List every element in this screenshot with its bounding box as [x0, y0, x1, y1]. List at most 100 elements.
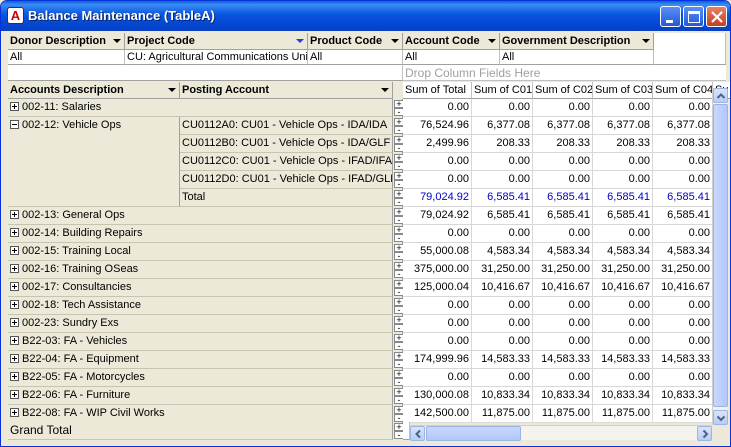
close-button[interactable] — [706, 6, 727, 27]
value-cell: 0.00 — [403, 171, 472, 189]
arrow-right-icon — [702, 429, 709, 439]
dropdown-arrow-icon[interactable] — [642, 39, 650, 43]
account-row-header[interactable]: 002-13: General Ops — [8, 207, 393, 225]
value-cell: 0.00 — [472, 171, 533, 189]
dropdown-arrow-icon[interactable] — [296, 39, 304, 43]
posting-account-cell[interactable]: CU0112C0: CU01 - Vehicle Ops - IFAD/IFAD — [180, 153, 393, 171]
page-field-filter[interactable]: All — [500, 50, 654, 65]
account-row-header[interactable]: 002-16: Training OSeas — [8, 261, 393, 279]
row-field-posting-account[interactable]: Posting Account — [180, 82, 393, 99]
value-cell: 6,585.41 — [472, 207, 533, 225]
value-cell: 0.00 — [403, 369, 472, 387]
page-field-filter[interactable]: All — [308, 50, 403, 65]
page-field-1[interactable]: Project Code — [125, 33, 308, 50]
expand-icon[interactable] — [10, 336, 19, 345]
scroll-right-button[interactable] — [697, 426, 712, 441]
expand-icon[interactable] — [10, 354, 19, 363]
value-cell: 130,000.08 — [403, 387, 472, 405]
scroll-down-button[interactable] — [713, 410, 728, 425]
expand-icon[interactable] — [10, 390, 19, 399]
app-icon: A — [7, 7, 24, 24]
maximize-button[interactable] — [683, 6, 704, 27]
dropdown-arrow-icon[interactable] — [488, 39, 496, 43]
expand-icon[interactable] — [10, 300, 19, 309]
expand-icon[interactable] — [10, 282, 19, 291]
window-title: Balance Maintenance (TableA) — [28, 8, 215, 23]
account-label: B22-04: FA - Equipment — [22, 353, 139, 365]
dropdown-arrow-icon[interactable] — [381, 88, 389, 92]
vertical-scrollbar[interactable] — [712, 88, 728, 425]
account-row-header[interactable]: 002-12: Vehicle Ops — [8, 117, 180, 207]
page-field-4[interactable]: Government Description — [500, 33, 654, 50]
value-cell: 10,416.67 — [593, 279, 653, 297]
account-row-header[interactable]: B22-06: FA - Furniture — [8, 387, 393, 405]
account-row-header[interactable]: B22-08: FA - WIP Civil Works — [8, 405, 393, 423]
row-field-label: Accounts Description — [10, 84, 124, 96]
title-bar[interactable]: A Balance Maintenance (TableA) — [1, 1, 730, 31]
drop-column-fields-zone[interactable]: Drop Column Fields Here — [403, 65, 726, 81]
value-cell: 0.00 — [533, 297, 593, 315]
dropdown-arrow-icon[interactable] — [391, 39, 399, 43]
expand-icon[interactable] — [10, 264, 19, 273]
account-row-header[interactable]: 002-14: Building Repairs — [8, 225, 393, 243]
value-cell: 0.00 — [593, 369, 653, 387]
expand-icon[interactable] — [10, 102, 19, 111]
page-field-label: Project Code — [127, 35, 195, 47]
balance-maintenance-window: A Balance Maintenance (TableA) Donor Des… — [0, 0, 731, 447]
value-cell: 0.00 — [472, 315, 533, 333]
account-row-header[interactable]: 002-23: Sundry Exs — [8, 315, 393, 333]
value-cell: 0.00 — [472, 297, 533, 315]
page-field-3[interactable]: Account Code — [403, 33, 500, 50]
value-cell: 0.00 — [472, 369, 533, 387]
expand-icon[interactable] — [10, 228, 19, 237]
posting-account-cell[interactable]: CU0112B0: CU01 - Vehicle Ops - IDA/GLF — [180, 135, 393, 153]
value-cell: 14,583.33 — [593, 351, 653, 369]
account-label: 002-13: General Ops — [22, 209, 125, 221]
page-field-filter[interactable]: CU: Agricultural Communications Unit — [125, 50, 308, 65]
scroll-up-button[interactable] — [713, 88, 728, 103]
row-field-accounts-description[interactable]: Accounts Description — [8, 82, 180, 99]
page-field-filter[interactable]: All — [8, 50, 125, 65]
minimize-button[interactable] — [660, 6, 681, 27]
value-cell: 0.00 — [653, 369, 713, 387]
dropdown-arrow-icon[interactable] — [168, 88, 176, 92]
value-cell: 31,250.00 — [593, 261, 653, 279]
column-header-3[interactable]: Sum of C03 — [593, 82, 653, 99]
column-header-1[interactable]: Sum of C01 — [472, 82, 533, 99]
page-field-2[interactable]: Product Code — [308, 33, 403, 50]
column-header-4[interactable]: Sum of C04 — [653, 82, 713, 99]
value-cell: 208.33 — [472, 135, 533, 153]
column-header-2[interactable]: Sum of C02 — [533, 82, 593, 99]
posting-account-cell[interactable]: CU0112D0: CU01 - Vehicle Ops - IFAD/GLF — [180, 171, 393, 189]
expand-icon[interactable] — [10, 210, 19, 219]
account-row-header[interactable]: B22-03: FA - Vehicles — [8, 333, 393, 351]
scroll-left-button[interactable] — [410, 426, 425, 441]
page-field-0[interactable]: Donor Description — [8, 33, 125, 50]
posting-account-cell[interactable]: CU0112A0: CU01 - Vehicle Ops - IDA/IDA — [180, 117, 393, 135]
expand-icon[interactable] — [10, 318, 19, 327]
page-field-label: Government Description — [502, 35, 631, 47]
expand-icon[interactable] — [10, 246, 19, 255]
value-cell: 0.00 — [472, 153, 533, 171]
column-header-0[interactable]: Sum of Total — [403, 82, 472, 99]
horizontal-scroll-thumb[interactable] — [426, 426, 521, 441]
arrow-up-icon — [716, 93, 726, 99]
account-row-header[interactable]: B22-04: FA - Equipment — [8, 351, 393, 369]
account-row-header[interactable]: 002-11: Salaries — [8, 99, 393, 117]
collapse-icon[interactable] — [10, 120, 19, 129]
account-row-header[interactable]: 002-17: Consultancies — [8, 279, 393, 297]
account-row-header[interactable]: 002-15: Training Local — [8, 243, 393, 261]
horizontal-scrollbar[interactable] — [410, 425, 712, 441]
value-cell: 6,585.41 — [653, 207, 713, 225]
value-cell: 31,250.00 — [472, 261, 533, 279]
value-cell: 14,583.33 — [472, 351, 533, 369]
value-cell: 2,499.96 — [403, 135, 472, 153]
page-field-filter[interactable]: All — [403, 50, 500, 65]
dropdown-arrow-icon[interactable] — [113, 39, 121, 43]
expand-icon[interactable] — [10, 372, 19, 381]
expand-icon[interactable] — [10, 408, 19, 417]
account-row-header[interactable]: 002-18: Tech Assistance — [8, 297, 393, 315]
vertical-scroll-thumb[interactable] — [713, 104, 728, 407]
account-label: 002-16: Training OSeas — [22, 263, 139, 275]
account-row-header[interactable]: B22-05: FA - Motorcycles — [8, 369, 393, 387]
